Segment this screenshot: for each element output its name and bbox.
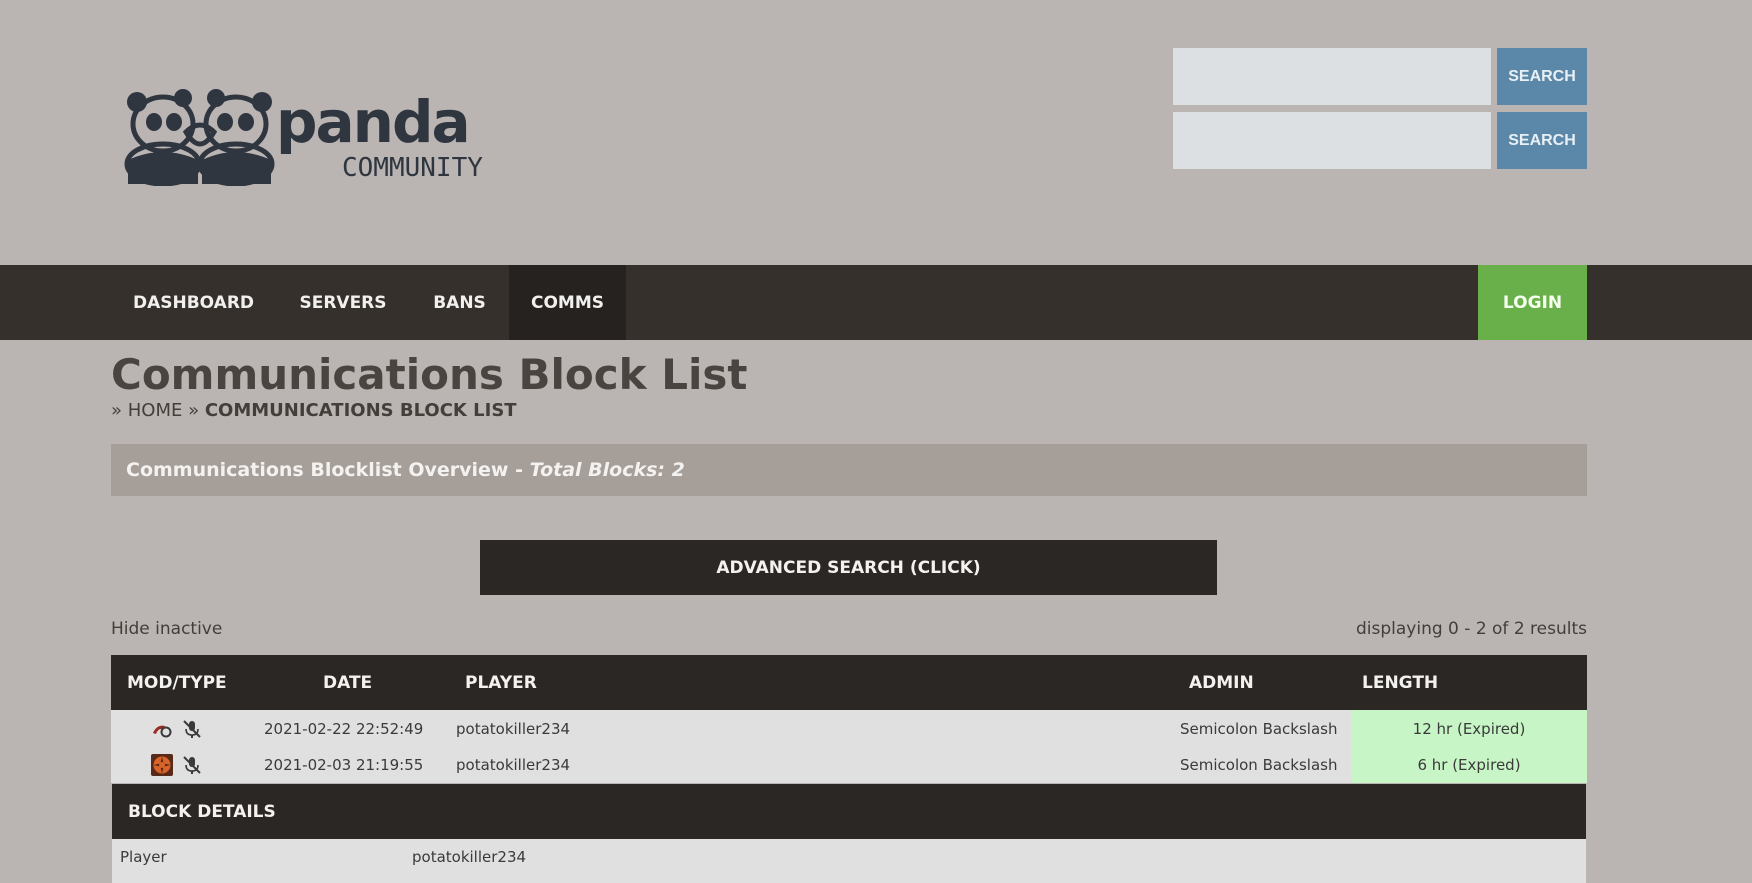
admin-cell: Semicolon Backslash — [1180, 719, 1338, 738]
nav-servers[interactable]: SERVERS — [276, 265, 410, 340]
nav-bans[interactable]: BANS — [410, 265, 509, 340]
search-row-1: SEARCH — [1173, 48, 1587, 105]
muted-microphone-icon — [183, 755, 201, 774]
breadcrumb-home[interactable]: HOME — [128, 400, 183, 421]
nav-comms[interactable]: COMMS — [509, 265, 626, 340]
mod-type-cell — [151, 710, 203, 747]
length-cell: 12 hr (Expired) — [1351, 710, 1587, 747]
player-cell: potatokiller234 — [456, 755, 571, 774]
game-mod-icon — [153, 725, 172, 737]
breadcrumb: » HOME » COMMUNICATIONS BLOCK LIST — [111, 399, 517, 423]
block-details-header: BLOCK DETAILS — [112, 784, 1586, 839]
detail-label: Player — [120, 848, 167, 866]
logo-subtitle: COMMUNITY — [342, 153, 483, 183]
page-title: Communications Block List — [111, 350, 748, 399]
advanced-search-button[interactable]: ADVANCED SEARCH (CLICK) — [480, 540, 1217, 595]
table-header: MOD/TYPE DATE PLAYER ADMIN LENGTH — [111, 655, 1587, 710]
table-row[interactable]: 2021-02-22 22:52:49 potatokiller234 Semi… — [111, 710, 1587, 747]
search-input-2[interactable] — [1173, 112, 1491, 169]
results-count: displaying 0 - 2 of 2 results — [1356, 619, 1587, 639]
main-nav: DASHBOARD SERVERS BANS COMMS LOGIN — [0, 265, 1752, 340]
header-date: DATE — [323, 672, 373, 693]
breadcrumb-separator: » — [111, 400, 123, 421]
detail-value: potatokiller234 — [412, 848, 527, 866]
tf2-mod-icon — [151, 753, 173, 776]
hide-inactive-link[interactable]: Hide inactive — [111, 619, 222, 639]
header-length: LENGTH — [1362, 672, 1439, 693]
panda-community-logo[interactable]: panda COMMUNITY — [118, 84, 493, 186]
breadcrumb-current: COMMUNICATIONS BLOCK LIST — [204, 400, 517, 421]
search-button-2[interactable]: SEARCH — [1497, 112, 1587, 169]
player-cell: potatokiller234 — [456, 719, 571, 738]
overview-total: Total Blocks: 2 — [529, 459, 685, 481]
site-header: panda COMMUNITY SEARCH SEARCH — [0, 0, 1752, 265]
header-player: PLAYER — [465, 672, 537, 693]
login-button[interactable]: LOGIN — [1478, 265, 1587, 340]
logo-wordmark: panda — [276, 88, 469, 156]
mod-type-cell — [151, 746, 203, 783]
block-details-row: Player potatokiller234 — [112, 839, 1586, 883]
search-input-1[interactable] — [1173, 48, 1491, 105]
date-cell: 2021-02-22 22:52:49 — [264, 719, 424, 738]
length-cell: 6 hr (Expired) — [1351, 746, 1587, 783]
search-button-1[interactable]: SEARCH — [1497, 48, 1587, 105]
date-cell: 2021-02-03 21:19:55 — [264, 755, 424, 774]
breadcrumb-separator: » — [188, 400, 200, 421]
nav-dashboard[interactable]: DASHBOARD — [111, 265, 276, 340]
muted-microphone-icon — [183, 719, 201, 738]
header-mod-type: MOD/TYPE — [127, 672, 227, 693]
overview-label: Communications Blocklist Overview - — [126, 459, 530, 481]
search-row-2: SEARCH — [1173, 112, 1587, 169]
header-admin: ADMIN — [1189, 672, 1254, 693]
blocklist-overview-bar: Communications Blocklist Overview - Tota… — [111, 444, 1587, 496]
table-row[interactable]: 2021-02-03 21:19:55 potatokiller234 Semi… — [111, 746, 1587, 783]
admin-cell: Semicolon Backslash — [1180, 755, 1338, 774]
